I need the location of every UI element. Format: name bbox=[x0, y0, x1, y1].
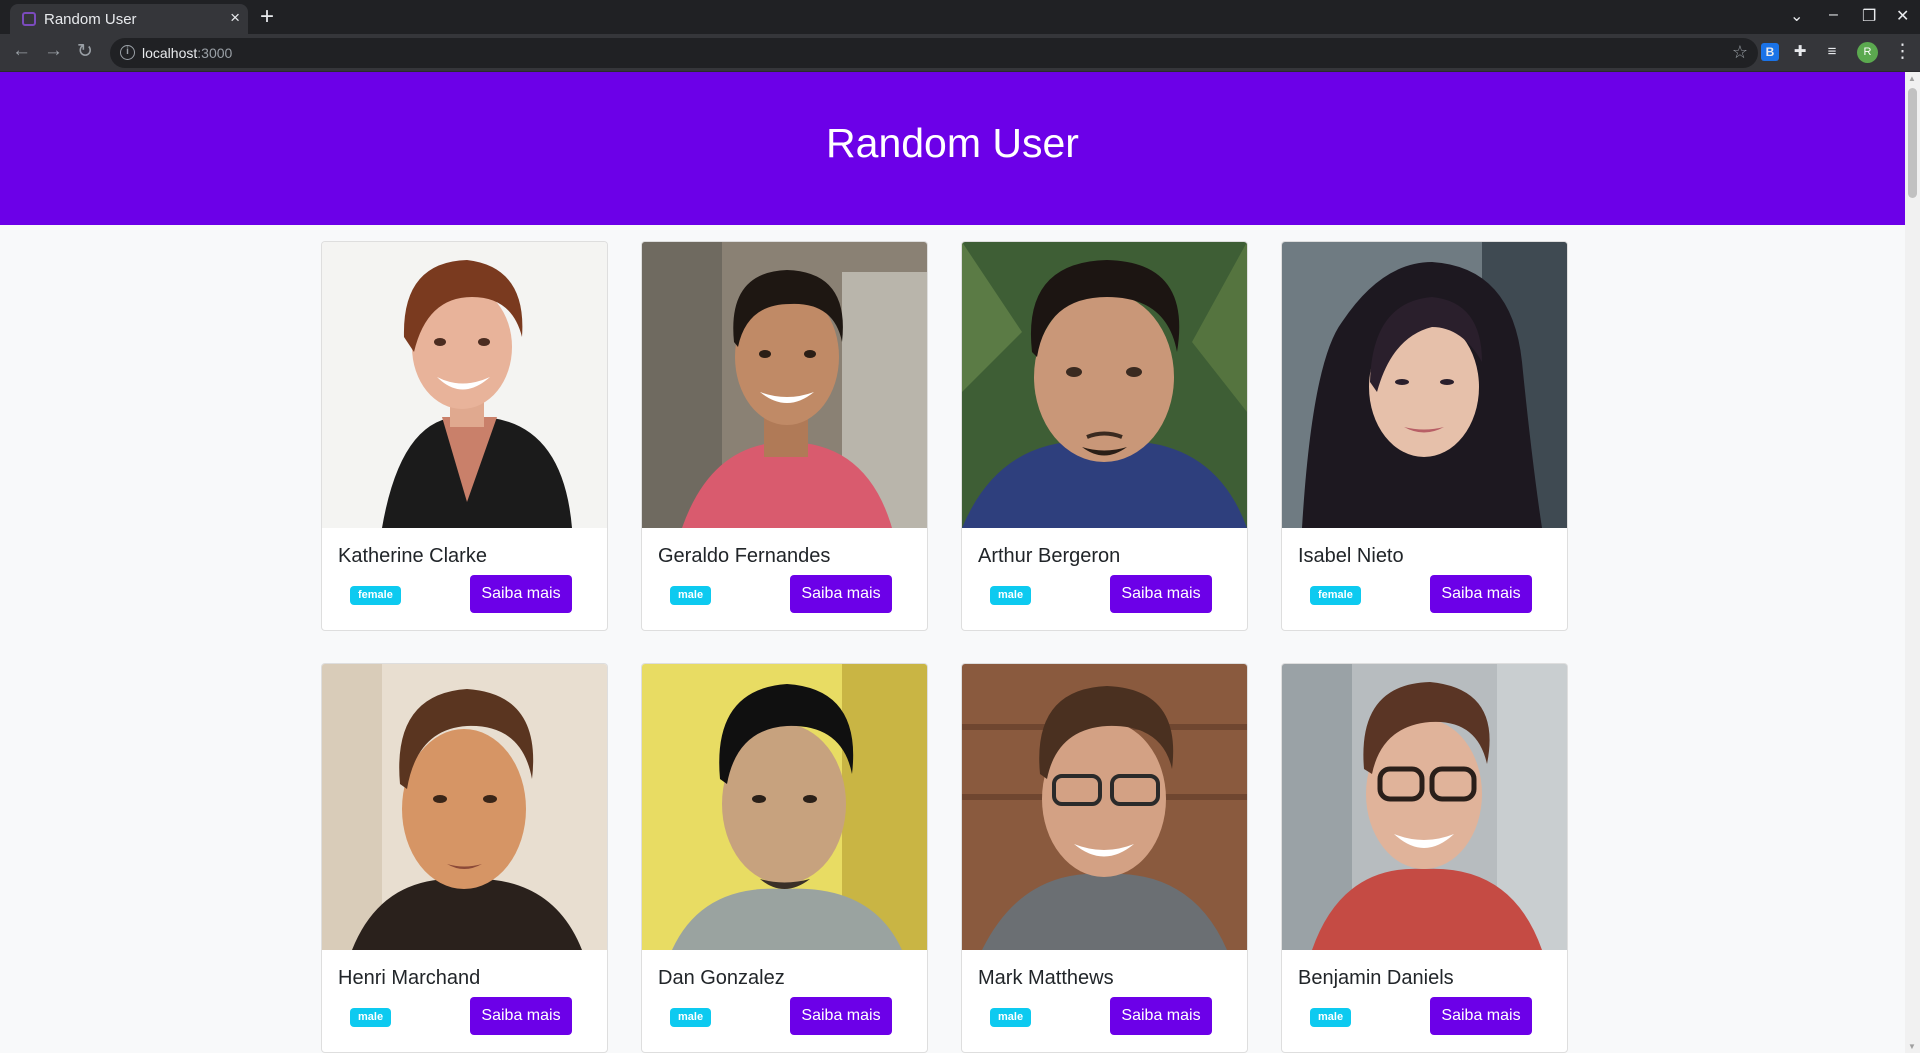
forward-icon[interactable]: → bbox=[44, 40, 63, 62]
browser-tabstrip: Random User × + ⌄ – ❐ ✕ bbox=[0, 0, 1920, 34]
bookmark-star-icon[interactable]: ☆ bbox=[1732, 42, 1748, 63]
restore-icon[interactable]: ❐ bbox=[1862, 6, 1876, 26]
extension-icon[interactable]: B bbox=[1761, 43, 1779, 61]
user-photo bbox=[642, 242, 927, 528]
gender-badge: female bbox=[1310, 586, 1361, 605]
user-photo bbox=[1282, 664, 1567, 950]
scroll-down-arrow-icon[interactable]: ▼ bbox=[1908, 1042, 1916, 1051]
site-info-icon[interactable]: i bbox=[120, 45, 135, 60]
profile-avatar[interactable]: R bbox=[1857, 42, 1878, 63]
back-icon[interactable]: ← bbox=[12, 40, 31, 62]
gender-badge: male bbox=[990, 1008, 1032, 1027]
reading-list-icon[interactable]: ≡ bbox=[1823, 43, 1841, 61]
saiba-mais-button[interactable]: Saiba mais bbox=[470, 997, 572, 1035]
browser-tab[interactable]: Random User × bbox=[10, 4, 248, 34]
user-photo bbox=[322, 242, 607, 528]
user-card: Henri Marchand male Saiba mais bbox=[321, 663, 608, 1053]
user-card: Arthur Bergeron male Saiba mais bbox=[961, 241, 1248, 631]
gender-badge: female bbox=[350, 586, 401, 605]
page-scrollbar[interactable]: ▲ ▼ bbox=[1905, 72, 1920, 1053]
page-viewport: Random User Katherine Clarke female Saib… bbox=[0, 72, 1905, 1053]
user-card: Isabel Nieto female Saiba mais bbox=[1281, 241, 1568, 631]
reload-icon[interactable]: ↻ bbox=[77, 40, 93, 63]
user-card: Dan Gonzalez male Saiba mais bbox=[641, 663, 928, 1053]
extensions-puzzle-icon[interactable]: ✚ bbox=[1791, 43, 1809, 61]
page-title: Random User bbox=[826, 120, 1079, 166]
minimize-icon[interactable]: – bbox=[1829, 6, 1838, 24]
user-name: Arthur Bergeron bbox=[978, 545, 1121, 567]
gender-badge: male bbox=[350, 1008, 392, 1027]
close-window-icon[interactable]: ✕ bbox=[1896, 6, 1909, 26]
tab-search-chevron-icon[interactable]: ⌄ bbox=[1790, 6, 1803, 26]
user-name: Geraldo Fernandes bbox=[658, 545, 831, 567]
url-port: :3000 bbox=[197, 45, 233, 61]
saiba-mais-button[interactable]: Saiba mais bbox=[790, 575, 892, 613]
page-header: Random User bbox=[0, 72, 1905, 225]
saiba-mais-button[interactable]: Saiba mais bbox=[790, 997, 892, 1035]
scrollbar-thumb[interactable] bbox=[1908, 88, 1917, 198]
saiba-mais-button[interactable]: Saiba mais bbox=[470, 575, 572, 613]
user-card: Benjamin Daniels male Saiba mais bbox=[1281, 663, 1568, 1053]
scroll-up-arrow-icon[interactable]: ▲ bbox=[1908, 74, 1916, 83]
gender-badge: male bbox=[990, 586, 1032, 605]
user-photo bbox=[322, 664, 607, 950]
user-photo bbox=[1282, 242, 1567, 528]
user-name: Mark Matthews bbox=[978, 967, 1114, 989]
user-photo bbox=[962, 664, 1247, 950]
gender-badge: male bbox=[670, 1008, 712, 1027]
browser-toolbar: ← → ↻ i localhost:3000 ☆ B ✚ ≡ R ⋮ bbox=[0, 34, 1920, 72]
user-card: Geraldo Fernandes male Saiba mais bbox=[641, 241, 928, 631]
address-bar[interactable]: i localhost:3000 ☆ bbox=[110, 38, 1758, 68]
gender-badge: male bbox=[670, 586, 712, 605]
tab-favicon-icon bbox=[22, 12, 36, 26]
saiba-mais-button[interactable]: Saiba mais bbox=[1110, 575, 1212, 613]
tab-title: Random User bbox=[44, 11, 137, 28]
browser-menu-icon[interactable]: ⋮ bbox=[1893, 40, 1912, 63]
saiba-mais-button[interactable]: Saiba mais bbox=[1430, 575, 1532, 613]
new-tab-icon[interactable]: + bbox=[260, 3, 274, 31]
user-photo bbox=[962, 242, 1247, 528]
url-host: localhost bbox=[142, 45, 198, 61]
user-card: Katherine Clarke female Saiba mais bbox=[321, 241, 608, 631]
saiba-mais-button[interactable]: Saiba mais bbox=[1430, 997, 1532, 1035]
user-name: Henri Marchand bbox=[338, 967, 481, 989]
user-photo bbox=[642, 664, 927, 950]
address-url: localhost:3000 bbox=[142, 45, 232, 61]
user-name: Dan Gonzalez bbox=[658, 967, 785, 989]
saiba-mais-button[interactable]: Saiba mais bbox=[1110, 997, 1212, 1035]
gender-badge: male bbox=[1310, 1008, 1352, 1027]
user-name: Katherine Clarke bbox=[338, 545, 487, 567]
user-name: Benjamin Daniels bbox=[1298, 967, 1454, 989]
tab-close-icon[interactable]: × bbox=[230, 8, 240, 28]
user-card: Mark Matthews male Saiba mais bbox=[961, 663, 1248, 1053]
user-name: Isabel Nieto bbox=[1298, 545, 1404, 567]
